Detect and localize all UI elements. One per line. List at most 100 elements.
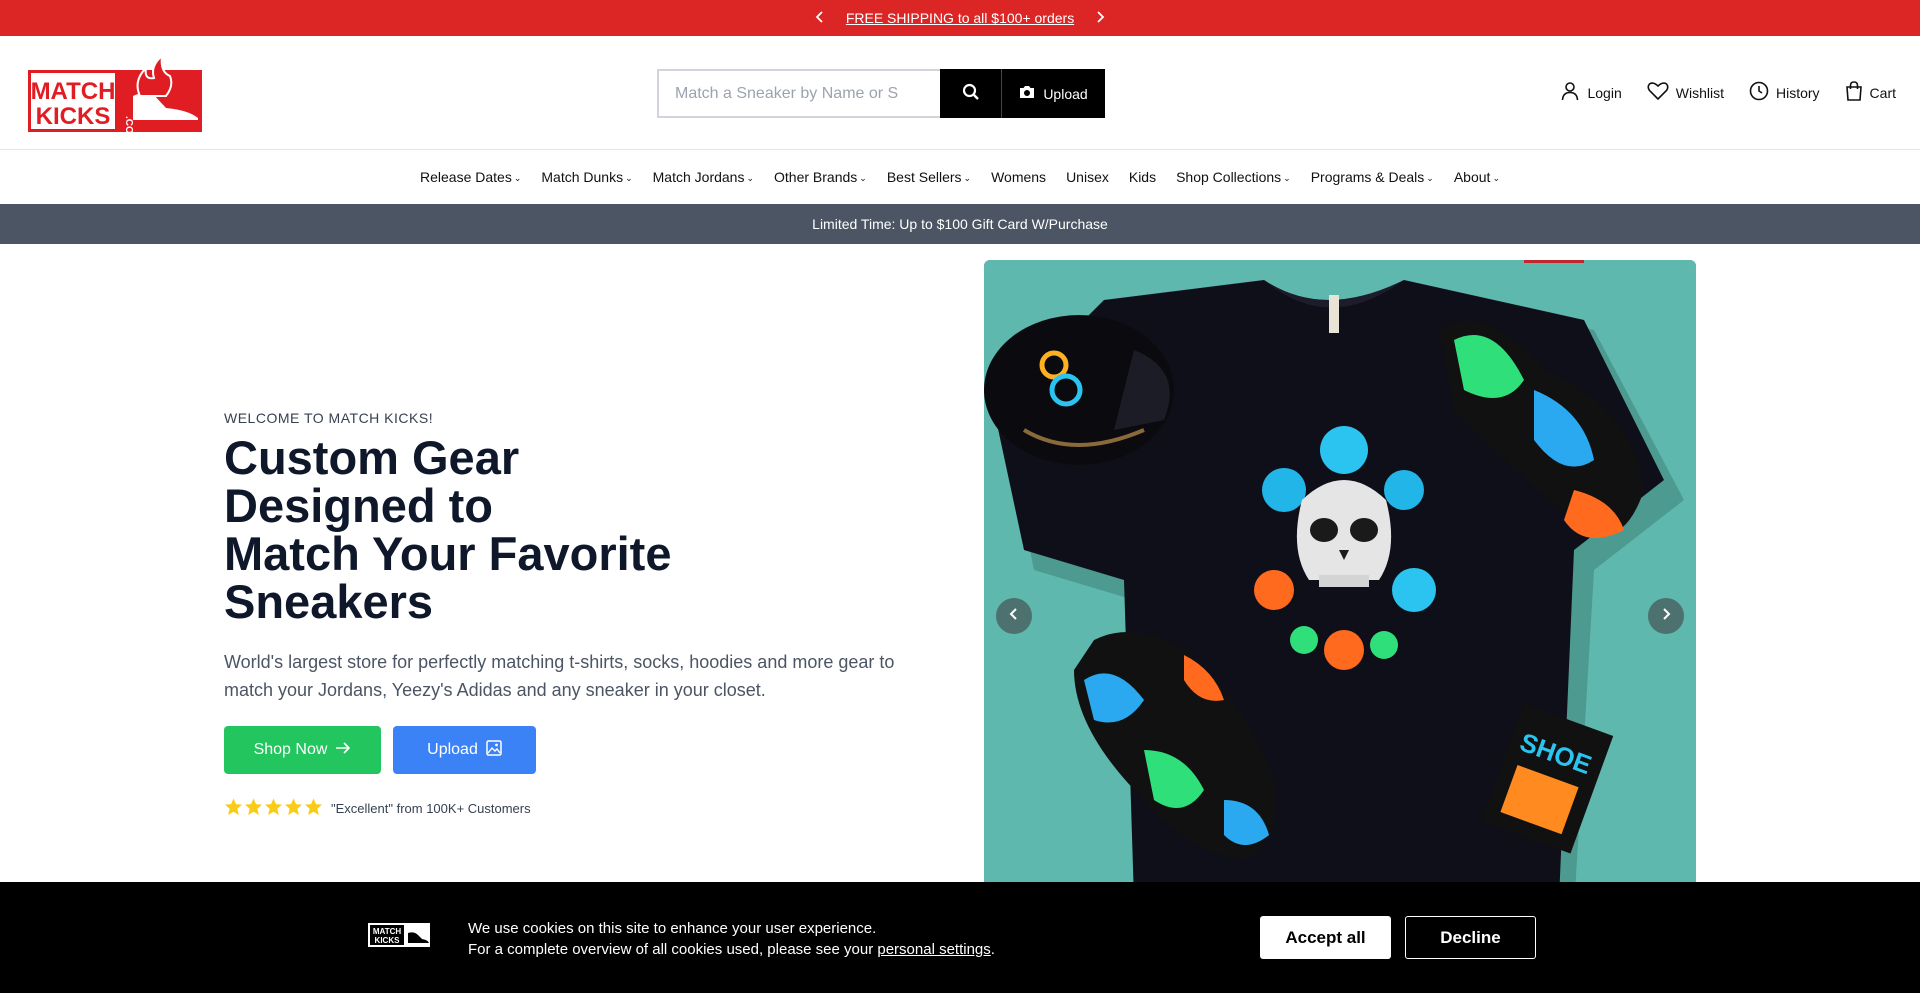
nav-item-programs-deals[interactable]: Programs & Deals ⌄ (1311, 169, 1434, 185)
main-nav: Release Dates ⌄ Match Dunks ⌄ Match Jordan… (0, 150, 1920, 204)
chevron-down-icon: ⌄ (513, 172, 522, 183)
nav-label: Womens (991, 169, 1047, 185)
logo-text-line2: KICKS (36, 103, 111, 130)
hero-ctas: Shop Now Upload (224, 726, 924, 774)
decline-button[interactable]: Decline (1405, 916, 1536, 959)
cookie-logo-text-line2: KICKS (375, 936, 401, 945)
free-shipping-link[interactable]: FREE SHIPPING to all $100+ orders (846, 10, 1074, 26)
search-upload-label: Upload (1043, 85, 1088, 102)
hero-title-line: Custom Gear (224, 431, 520, 484)
nav-item-match-jordans[interactable]: Match Jordans ⌄ (653, 169, 754, 185)
wishlist-label: Wishlist (1675, 84, 1724, 101)
cookie-logo-text-line1: MATCH (373, 927, 402, 936)
personal-settings-link[interactable]: personal settings (877, 941, 990, 958)
site-header: MATCH KICKS .COM Upload Login (0, 36, 1920, 150)
nav-item-best-sellers[interactable]: Best Sellers ⌄ (887, 169, 971, 185)
hero-upload-button[interactable]: Upload (393, 726, 536, 774)
chevron-down-icon: ⌄ (1283, 172, 1291, 183)
chevron-down-icon: ⌄ (963, 172, 972, 183)
nav-item-womens[interactable]: Womens (991, 169, 1046, 185)
search-icon (962, 83, 980, 104)
chevron-down-icon: ⌄ (625, 172, 633, 183)
search-button[interactable] (940, 69, 1001, 118)
nav-label: Kids (1128, 169, 1157, 185)
image-icon (486, 739, 502, 761)
hero-slider: SHOE (984, 260, 1696, 900)
search-input[interactable] (657, 69, 940, 118)
shop-now-label: Shop Now (253, 741, 328, 758)
rating-text: "Excellent" from 100K+ Customers (331, 801, 531, 816)
nav-label: Shop Collections (1176, 169, 1282, 185)
search-upload-button[interactable]: Upload (1001, 69, 1105, 118)
hero-title-line: Designed to (224, 479, 493, 532)
search-bar: Upload (657, 69, 1105, 118)
nav-item-other-brands[interactable]: Other Brands ⌄ (774, 169, 867, 185)
login-label: Login (1587, 84, 1622, 101)
nav-item-kids[interactable]: Kids (1129, 169, 1156, 185)
arrow-right-icon (335, 741, 351, 759)
nav-item-release-dates[interactable]: Release Dates ⌄ (420, 169, 521, 185)
nav-label: Programs & Deals (1310, 169, 1425, 185)
promo-text[interactable]: Limited Time: Up to $100 Gift Card W/Pur… (812, 216, 1108, 232)
chevron-left-icon[interactable] (810, 8, 830, 29)
cookie-message: We use cookies on this site to enhance y… (468, 918, 995, 960)
announcement-bar: FREE SHIPPING to all $100+ orders (0, 0, 1920, 36)
chevron-right-icon[interactable] (1090, 8, 1110, 29)
cart-label: Cart (1869, 84, 1896, 101)
heart-icon (1647, 81, 1669, 104)
login-link[interactable]: Login (1560, 81, 1622, 104)
nav-label: Match Jordans (652, 169, 745, 185)
logo-text-suffix: .COM (123, 116, 134, 132)
site-logo[interactable]: MATCH KICKS .COM (28, 53, 203, 142)
hero-title-line: Match Your Favorite (224, 527, 672, 580)
cookie-banner-logo: MATCH KICKS (368, 923, 430, 947)
bag-icon (1845, 81, 1863, 104)
camera-icon (1019, 85, 1035, 102)
rating-stars (224, 798, 323, 819)
hero-description: World's largest store for perfectly matc… (224, 652, 895, 700)
nav-item-match-dunks[interactable]: Match Dunks ⌄ (541, 169, 632, 185)
user-icon (1560, 81, 1580, 104)
chevron-down-icon: ⌄ (1492, 172, 1500, 183)
hero-title: Custom Gear Designed to Match Your Favor… (224, 434, 724, 626)
chevron-down-icon: ⌄ (1426, 172, 1434, 183)
hero-product-image: SHOE (984, 260, 1696, 900)
chevron-down-icon: ⌄ (746, 172, 755, 183)
chevron-down-icon: ⌄ (859, 172, 867, 183)
star-icon (284, 798, 303, 819)
cookie-line2-suffix: . (990, 941, 995, 958)
star-icon (244, 798, 263, 819)
nav-item-about[interactable]: About ⌄ (1454, 169, 1500, 185)
shop-now-button[interactable]: Shop Now (224, 726, 381, 774)
accept-all-button[interactable]: Accept all (1260, 916, 1391, 959)
nav-label: Match Dunks (541, 169, 624, 185)
slider-prev-button[interactable] (996, 598, 1032, 634)
slider-next-button[interactable] (1648, 598, 1684, 634)
cookie-banner: MATCH KICKS We use cookies on this site … (0, 882, 1920, 993)
cart-link[interactable]: Cart (1845, 81, 1896, 104)
nav-label: About (1453, 169, 1491, 185)
cookie-line1: We use cookies on this site to enhance y… (468, 920, 877, 937)
hero-eyebrow: WELCOME TO MATCH KICKS! (224, 410, 434, 426)
history-label: History (1775, 84, 1820, 101)
hero-title-line: Sneakers (224, 575, 434, 628)
wishlist-link[interactable]: Wishlist (1647, 81, 1724, 104)
history-link[interactable]: History (1749, 81, 1820, 104)
logo-text-line1: MATCH (31, 78, 116, 105)
hero-upload-label: Upload (427, 741, 478, 758)
promo-bar: Limited Time: Up to $100 Gift Card W/Pur… (0, 204, 1920, 244)
chevron-left-icon (1008, 607, 1020, 626)
hero-section: WELCOME TO MATCH KICKS! Custom Gear Desi… (224, 410, 924, 819)
star-icon (224, 798, 243, 819)
nav-label: Release Dates (420, 169, 512, 185)
rating: "Excellent" from 100K+ Customers (224, 798, 924, 819)
nav-label: Unisex (1066, 169, 1109, 185)
nav-label: Best Sellers (886, 169, 962, 185)
star-icon (304, 798, 323, 819)
nav-label: Other Brands (774, 169, 858, 185)
account-links: Login Wishlist History Cart (1560, 81, 1896, 104)
nav-item-unisex[interactable]: Unisex (1066, 169, 1109, 185)
cookie-line2: For a complete overview of all cookies u… (468, 939, 995, 960)
nav-item-shop-collections[interactable]: Shop Collections ⌄ (1176, 169, 1291, 185)
chevron-right-icon (1660, 607, 1672, 626)
